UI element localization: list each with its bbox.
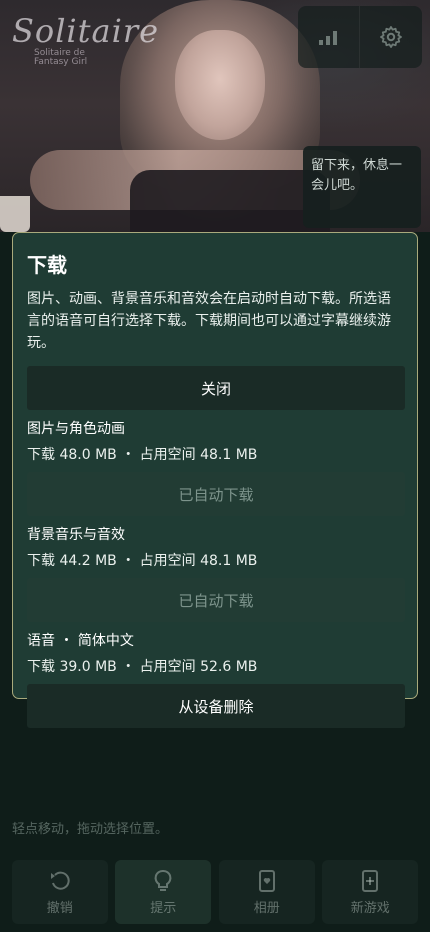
- hint-button[interactable]: 提示: [115, 860, 212, 924]
- lightbulb-icon: [154, 869, 172, 891]
- game-logo: Solitaire Solitaire de Fantasy Girl: [12, 12, 162, 68]
- dialog-description: 图片、动画、背景音乐和音效会在启动时自动下载。所选语言的语音可自行选择下载。下载…: [27, 291, 391, 351]
- section-info-images: 下载 48.0 MB ・ 占用空间 48.1 MB: [27, 447, 258, 463]
- speech-bubble: 留下来，休息一会儿吧。: [303, 146, 421, 228]
- dialog-title: 下载: [27, 253, 67, 277]
- undo-button[interactable]: 撤销: [11, 860, 108, 924]
- gameplay-hint: 轻点移动，拖动选择位置。: [12, 822, 169, 837]
- close-button[interactable]: 关闭: [27, 366, 405, 410]
- top-toolbar: [298, 6, 422, 68]
- album-label: 相册: [253, 900, 280, 916]
- delete-voice-button[interactable]: 从设备删除: [27, 684, 405, 728]
- coffee-cup: [0, 196, 30, 232]
- album-button[interactable]: 相册: [218, 860, 315, 924]
- gear-icon: [380, 26, 402, 48]
- hint-label: 提示: [150, 900, 177, 916]
- section-info-audio: 下载 44.2 MB ・ 占用空间 48.1 MB: [27, 553, 258, 569]
- new-game-button[interactable]: 新游戏: [322, 860, 419, 924]
- character-top: [130, 170, 330, 232]
- card-plus-icon: [362, 869, 379, 892]
- logo-subtitle-2: Fantasy Girl: [34, 57, 88, 67]
- undo-label: 撤销: [46, 900, 73, 916]
- bottom-toolbar: 撤销 提示 相册 新游戏: [0, 852, 430, 932]
- section-title-images: 图片与角色动画: [27, 421, 125, 437]
- new-game-label: 新游戏: [350, 900, 390, 916]
- settings-button[interactable]: [360, 6, 422, 68]
- signal-bars-icon: [318, 31, 337, 45]
- images-downloaded-button[interactable]: 已自动下载: [27, 472, 405, 516]
- card-heart-icon: [258, 869, 275, 892]
- download-dialog: 下载 图片、动画、背景音乐和音效会在启动时自动下载。所选语言的语音可自行选择下载…: [12, 232, 418, 728]
- section-title-voice: 语音 ・ 简体中文: [27, 633, 134, 649]
- section-title-audio: 背景音乐与音效: [27, 527, 125, 543]
- audio-downloaded-button[interactable]: 已自动下载: [27, 578, 405, 622]
- character-face: [175, 30, 265, 140]
- logo-title: Solitaire: [12, 12, 160, 50]
- undo-icon: [50, 871, 70, 890]
- signal-button[interactable]: [298, 6, 360, 68]
- section-info-voice: 下载 39.0 MB ・ 占用空间 52.6 MB: [27, 659, 258, 675]
